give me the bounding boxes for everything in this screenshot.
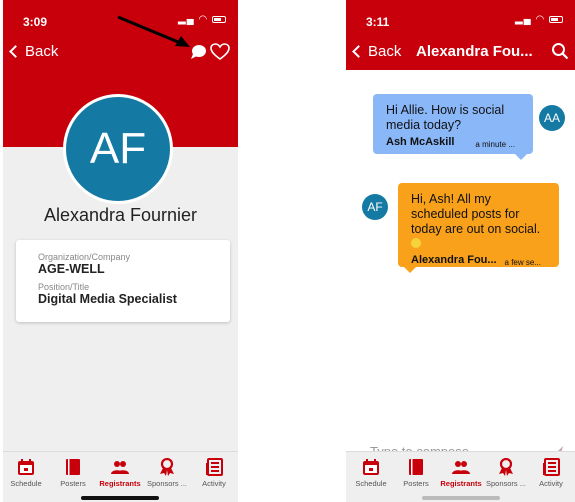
newspaper-icon — [206, 458, 223, 476]
message-sender: Alexandra Fou... — [411, 254, 497, 266]
tab-schedule[interactable]: Schedule — [3, 458, 49, 488]
battery-icon — [212, 15, 226, 23]
chat-bubble-icon[interactable] — [189, 43, 207, 61]
tab-sponsors[interactable]: Sponsors ... — [144, 458, 190, 488]
newspaper-icon — [543, 458, 560, 476]
tab-sponsors[interactable]: Sponsors ... — [483, 458, 529, 488]
home-indicator — [81, 496, 159, 500]
chevron-left-icon — [352, 45, 365, 58]
book-icon — [66, 459, 80, 475]
battery-icon — [549, 15, 563, 23]
tab-posters[interactable]: Posters — [393, 458, 439, 488]
tab-schedule[interactable]: Schedule — [348, 458, 394, 488]
bubble-tail — [515, 154, 527, 160]
tab-activity[interactable]: Activity — [528, 458, 574, 488]
tab-label: Posters — [403, 479, 429, 488]
message-time: a few se... — [504, 258, 541, 267]
position-label: Position/Title — [38, 282, 90, 292]
calendar-icon — [363, 459, 379, 475]
position-value: Digital Media Specialist — [38, 292, 177, 306]
tab-registrants[interactable]: Registrants — [97, 458, 143, 488]
people-icon — [452, 461, 470, 474]
message-time: a minute ... — [475, 140, 515, 149]
back-button[interactable]: Back — [9, 43, 59, 60]
profile-info-card: Organization/Company AGE-WELL Position/T… — [16, 240, 230, 322]
sender-avatar: AF — [362, 194, 388, 220]
bubble-tail — [404, 267, 416, 273]
tab-activity[interactable]: Activity — [191, 458, 237, 488]
tab-bar: Schedule Posters Registrants Sponsors ..… — [3, 451, 238, 502]
tab-label: Activity — [539, 479, 563, 488]
home-indicator — [422, 496, 500, 500]
message-bubble-outgoing: Hi, Ash! All my scheduled posts for toda… — [398, 183, 559, 273]
message-text: Hi Allie. How is social media today? — [386, 103, 505, 132]
smile-emoji-icon — [411, 238, 421, 248]
people-icon — [111, 461, 129, 474]
tab-bar: Schedule Posters Registrants Sponsors ..… — [346, 451, 575, 502]
book-icon — [409, 459, 423, 475]
message-sender: Ash McAskill — [386, 136, 455, 148]
status-icons: ▂▄ ◠ — [178, 14, 226, 25]
profile-name: Alexandra Fournier — [43, 205, 198, 225]
award-icon — [499, 458, 513, 476]
chevron-left-icon — [9, 45, 22, 58]
award-icon — [160, 458, 174, 476]
chat-screen: 3:11 ▂▄ ◠ Back Alexandra Fou... Hi Allie… — [346, 0, 575, 502]
profile-avatar: AF — [63, 94, 173, 204]
status-icons: ▂▄ ◠ — [515, 14, 563, 25]
tab-label: Sponsors ... — [485, 479, 527, 488]
status-time: 3:09 — [23, 15, 48, 29]
profile-screen: 3:09 ▂▄ ◠ Back AF Alexandra Fournier Org… — [3, 0, 238, 502]
tab-registrants[interactable]: Registrants — [438, 458, 484, 488]
back-label: Back — [368, 43, 402, 60]
tab-posters[interactable]: Posters — [50, 458, 96, 488]
tab-label: Activity — [202, 479, 226, 488]
search-icon[interactable] — [551, 42, 569, 60]
tab-label: Posters — [60, 479, 86, 488]
sender-avatar: AA — [539, 105, 565, 131]
heart-icon[interactable] — [210, 43, 230, 61]
tab-label: Registrants — [99, 479, 141, 488]
back-label: Back — [25, 43, 59, 60]
back-button[interactable]: Back — [352, 43, 402, 60]
organization-value: AGE-WELL — [38, 262, 105, 276]
status-time: 3:11 — [366, 15, 390, 29]
tab-label: Schedule — [10, 479, 42, 488]
tab-label: Schedule — [355, 479, 387, 488]
message-bubble-incoming: Hi Allie. How is social media today? Ash… — [373, 94, 533, 160]
calendar-icon — [18, 459, 34, 475]
tab-label: Registrants — [440, 479, 482, 488]
organization-label: Organization/Company — [38, 252, 131, 262]
message-text: Hi, Ash! All my scheduled posts for toda… — [411, 192, 541, 236]
tab-label: Sponsors ... — [146, 479, 188, 488]
chat-title: Alexandra Fou... — [416, 43, 533, 60]
